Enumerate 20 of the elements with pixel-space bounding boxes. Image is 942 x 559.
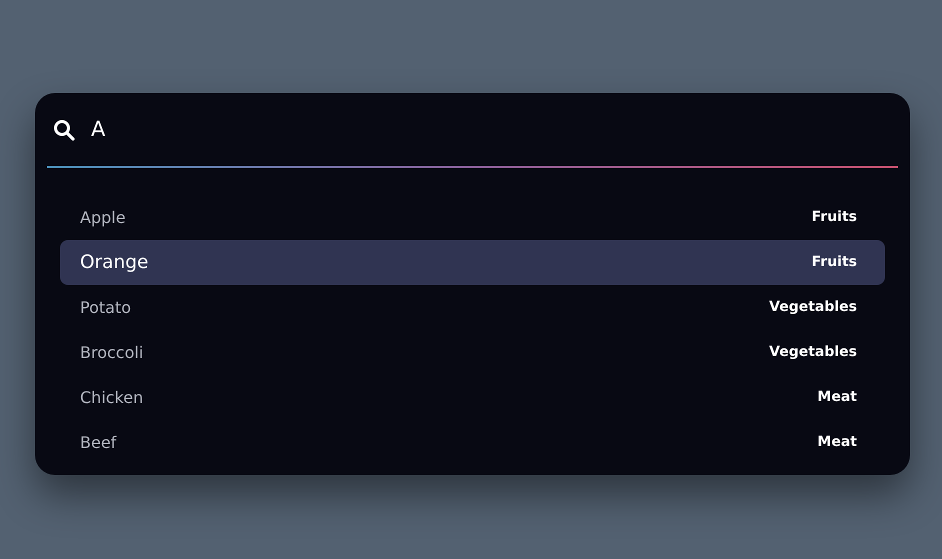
item-name: Broccoli bbox=[80, 342, 144, 364]
item-category: Meat bbox=[817, 388, 857, 407]
result-item[interactable]: Chicken Meat bbox=[60, 375, 885, 420]
item-category: Vegetables bbox=[769, 298, 857, 317]
item-name: Chicken bbox=[80, 386, 144, 408]
result-item[interactable]: Apple Fruits bbox=[60, 195, 885, 240]
item-category: Vegetables bbox=[769, 343, 857, 362]
item-name: Apple bbox=[80, 206, 126, 228]
search-field[interactable]: A bbox=[91, 114, 391, 146]
item-category: Fruits bbox=[812, 208, 857, 227]
result-item[interactable]: Broccoli Vegetables bbox=[60, 330, 885, 375]
item-name: Beef bbox=[80, 432, 116, 454]
result-item[interactable]: Beef Meat bbox=[60, 420, 885, 465]
result-item[interactable]: Orange Fruits bbox=[60, 240, 885, 285]
item-name: Potato bbox=[80, 296, 132, 318]
item-category: Fruits bbox=[812, 253, 857, 272]
search-icon bbox=[53, 118, 75, 140]
item-category: Meat bbox=[817, 433, 857, 452]
result-item[interactable]: Potato Vegetables bbox=[60, 285, 885, 330]
item-name: Orange bbox=[80, 250, 148, 275]
